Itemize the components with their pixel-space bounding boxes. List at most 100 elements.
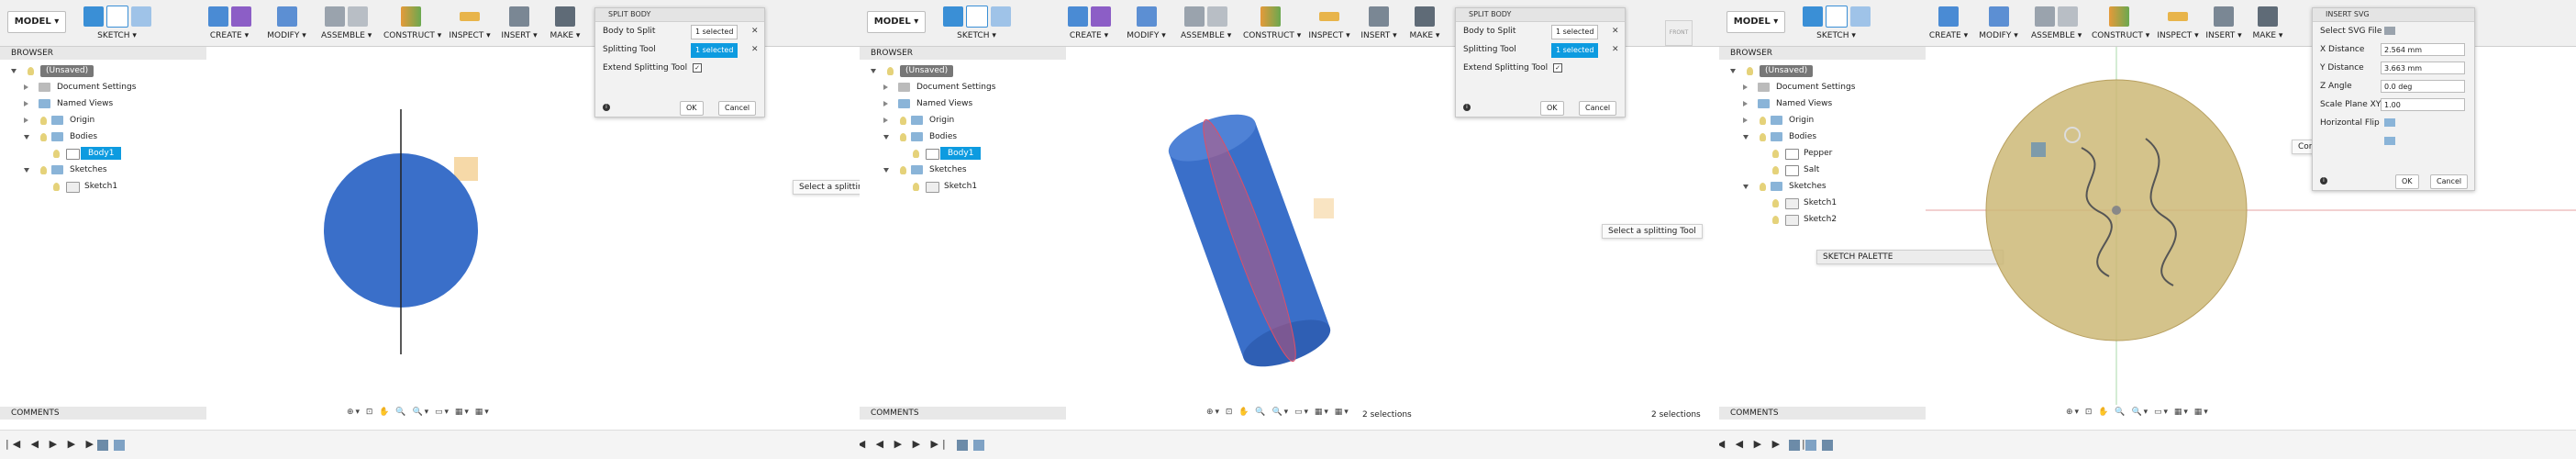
visibility-bulb-icon[interactable] [1760, 117, 1766, 125]
visibility-bulb-icon[interactable] [1772, 150, 1779, 158]
tree-root[interactable]: (Unsaved) [0, 62, 206, 79]
timeline-controls[interactable]: |◀ ◀ ▶ ▶ ▶| [6, 438, 105, 450]
origin-point[interactable] [2112, 206, 2121, 215]
tree-sketches[interactable]: Sketches [0, 162, 206, 178]
make-group[interactable]: MAKE ▾ [547, 4, 583, 44]
expand-icon[interactable] [24, 118, 28, 123]
visibility-bulb-icon[interactable] [53, 183, 60, 191]
tree-bodies[interactable]: Bodies [1719, 129, 1926, 145]
expand-icon[interactable] [1743, 118, 1748, 123]
navigation-bar[interactable]: ⊕▾ ⊡ ✋ 🔍 🔍▾ ▭▾ ▦▾ ▦▾ [2066, 408, 2210, 422]
comments-panel[interactable]: COMMENTS [860, 407, 1066, 420]
create-group[interactable]: CREATE ▾ [206, 4, 252, 44]
tree-sketches[interactable]: Sketches [1719, 178, 1926, 195]
expand-icon[interactable] [1743, 101, 1748, 106]
canvas-viewport[interactable] [1926, 47, 2576, 405]
cancel-button[interactable]: Cancel [718, 101, 757, 116]
make-group[interactable]: MAKE ▾ [1406, 4, 1443, 44]
x-distance-input[interactable]: 2.564 mm [2381, 43, 2465, 56]
expand-icon[interactable] [883, 168, 889, 175]
visibility-bulb-icon[interactable] [900, 133, 906, 141]
clear-selection-icon[interactable]: ✕ [1612, 22, 1619, 40]
timeline-sketch-icon[interactable] [1789, 440, 1800, 451]
expand-icon[interactable] [1730, 69, 1736, 76]
modify-group[interactable]: MODIFY ▾ [1978, 4, 2019, 44]
visibility-bulb-icon[interactable] [1760, 133, 1766, 141]
visibility-bulb-icon[interactable] [1772, 166, 1779, 174]
splitting-tool-selection[interactable]: 1 selected [691, 43, 738, 58]
tree-origin[interactable]: Origin [860, 112, 1066, 129]
tree-sketch1[interactable]: Sketch1 [1719, 195, 1926, 211]
assemble-group[interactable]: ASSEMBLE ▾ [321, 4, 372, 44]
extend-checkbox[interactable]: ✓ [1553, 63, 1562, 73]
clear-selection-icon[interactable]: ✕ [751, 22, 759, 40]
expand-icon[interactable] [871, 69, 876, 76]
tree-sketch1[interactable]: Sketch1 [860, 178, 1066, 195]
timeline-controls[interactable]: |◀ ◀ ▶ ▶ ▶| [860, 438, 949, 450]
browser-header[interactable]: BROWSER [0, 47, 206, 60]
vertical-flip-icon[interactable] [2384, 137, 2395, 145]
extend-checkbox[interactable]: ✓ [693, 63, 702, 73]
sketch-group[interactable]: SKETCH ▾ [1802, 4, 1871, 44]
visibility-bulb-icon[interactable] [1772, 199, 1779, 207]
browser-header[interactable]: BROWSER [860, 47, 1066, 60]
expand-icon[interactable] [883, 101, 888, 106]
sketch-group[interactable]: SKETCH ▾ [83, 4, 151, 44]
visibility-bulb-icon[interactable] [53, 150, 60, 158]
tree-document-settings[interactable]: Document Settings [0, 79, 206, 95]
visibility-bulb-icon[interactable] [1772, 216, 1779, 224]
expand-icon[interactable] [883, 135, 889, 142]
modify-group[interactable]: MODIFY ▾ [1126, 4, 1167, 44]
ok-button[interactable]: OK [2395, 174, 2419, 189]
expand-icon[interactable] [1743, 135, 1749, 142]
ok-button[interactable]: OK [1540, 101, 1564, 116]
visibility-bulb-icon[interactable] [887, 67, 894, 75]
visibility-bulb-icon[interactable] [900, 117, 906, 125]
timeline-feature-icon[interactable] [1805, 440, 1816, 451]
cancel-button[interactable]: Cancel [2430, 174, 2469, 189]
body-to-split-selection[interactable]: 1 selected [1551, 25, 1599, 39]
expand-icon[interactable] [11, 69, 17, 76]
cancel-button[interactable]: Cancel [1579, 101, 1617, 116]
open-file-icon[interactable] [2384, 27, 2395, 35]
comments-panel[interactable]: COMMENTS [0, 407, 206, 420]
tree-origin[interactable]: Origin [0, 112, 206, 129]
create-group[interactable]: CREATE ▾ [1066, 4, 1112, 44]
tree-body1[interactable]: Body1 [0, 145, 206, 162]
visibility-bulb-icon[interactable] [40, 166, 47, 174]
horizontal-flip-icon[interactable] [2384, 118, 2395, 127]
insert-group[interactable]: INSERT ▾ [2205, 4, 2242, 44]
info-icon[interactable]: i [603, 104, 610, 111]
tree-salt[interactable]: Salt [1719, 162, 1926, 178]
tree-sketch2[interactable]: Sketch2 [1719, 211, 1926, 228]
visibility-bulb-icon[interactable] [40, 117, 47, 125]
tree-root[interactable]: (Unsaved) [1719, 62, 1926, 79]
construct-group[interactable]: CONSTRUCT ▾ [1243, 4, 1301, 44]
tree-origin[interactable]: Origin [1719, 112, 1926, 129]
tree-sketch1[interactable]: Sketch1 [0, 178, 206, 195]
expand-icon[interactable] [883, 118, 888, 123]
splitting-tool-selection[interactable]: 1 selected [1551, 43, 1599, 58]
timeline-sketch-icon[interactable] [957, 440, 968, 451]
comments-panel[interactable]: COMMENTS [1719, 407, 1926, 420]
insert-group[interactable]: INSERT ▾ [501, 4, 538, 44]
tree-body1[interactable]: Body1 [860, 145, 1066, 162]
construct-group[interactable]: CONSTRUCT ▾ [383, 4, 441, 44]
clear-selection-icon[interactable]: ✕ [1612, 40, 1619, 59]
timeline-sketch-icon[interactable] [97, 440, 108, 451]
tree-bodies[interactable]: Bodies [0, 129, 206, 145]
assemble-group[interactable]: ASSEMBLE ▾ [1181, 4, 1231, 44]
expand-icon[interactable] [883, 84, 888, 90]
navigation-bar[interactable]: ⊕▾ ⊡ ✋ 🔍 🔍▾ ▭▾ ▦▾ ▦▾ [347, 408, 491, 422]
visibility-bulb-icon[interactable] [900, 166, 906, 174]
visibility-bulb-icon[interactable] [28, 67, 34, 75]
model-workspace-button[interactable]: MODEL ▾ [1727, 11, 1785, 33]
tree-named-views[interactable]: Named Views [1719, 95, 1926, 112]
insert-group[interactable]: INSERT ▾ [1360, 4, 1397, 44]
visibility-bulb-icon[interactable] [40, 133, 47, 141]
tree-document-settings[interactable]: Document Settings [860, 79, 1066, 95]
tree-pepper[interactable]: Pepper [1719, 145, 1926, 162]
expand-icon[interactable] [24, 135, 29, 142]
ok-button[interactable]: OK [680, 101, 704, 116]
visibility-bulb-icon[interactable] [1760, 183, 1766, 191]
